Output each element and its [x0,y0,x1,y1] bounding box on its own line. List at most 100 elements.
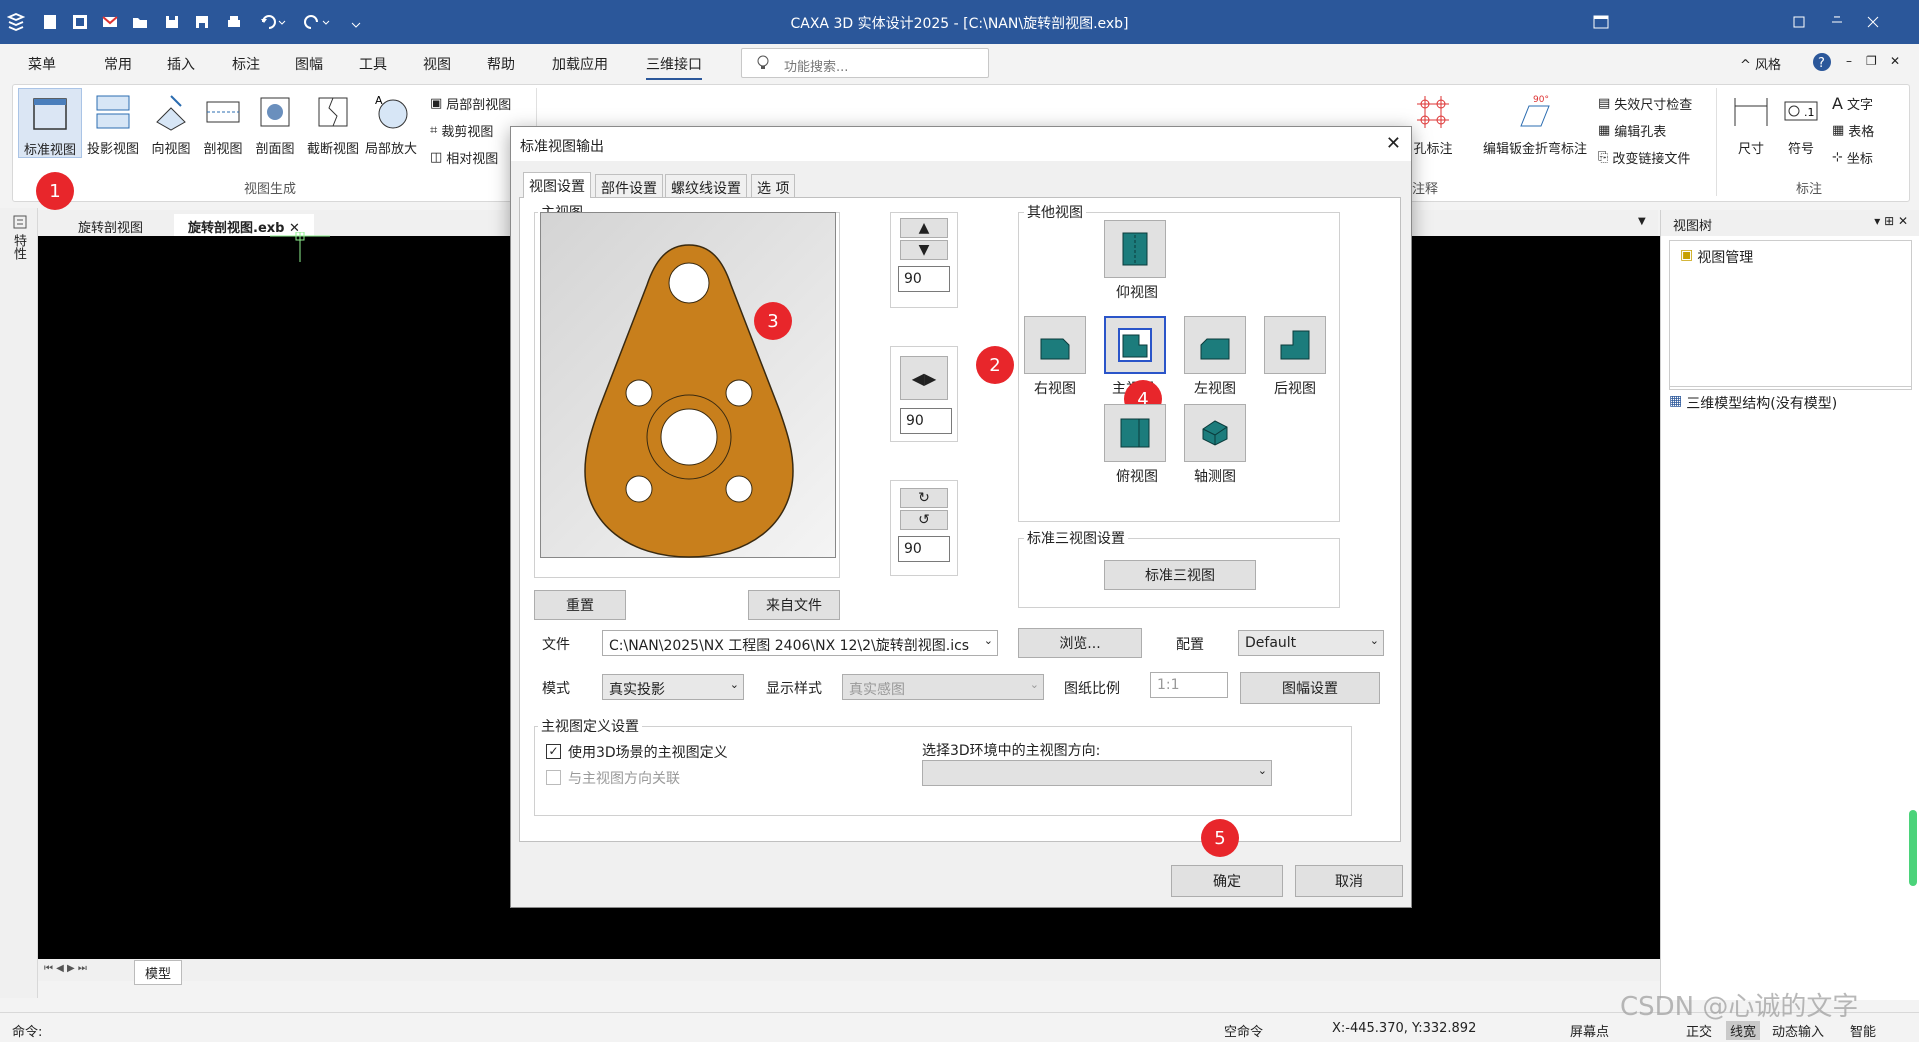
browse-button[interactable]: 浏览... [1018,628,1142,658]
doc-restore-icon[interactable]: ❐ [1866,54,1877,68]
mark-group-label: 标注 [1796,182,1823,197]
sheet-settings-button[interactable]: 图幅设置 [1240,672,1380,704]
scale-input[interactable]: 1:1 [1150,672,1228,698]
tab-dropdown-icon[interactable]: ▼ [1638,216,1646,227]
cross-section-button[interactable]: 剖面图 [246,88,304,158]
symbol-icon: .1 [1781,92,1821,132]
projection-view-button[interactable]: 投影视图 [84,88,142,158]
status-coordinates: X:-445.370, Y:332.892 [1332,1021,1477,1036]
back-view-label: 后视图 [1274,381,1316,397]
link-direction-checkbox[interactable] [546,770,561,785]
partial-section-button[interactable]: ▣ 局部剖视图 [430,94,511,113]
text-button[interactable]: A 文字 [1832,94,1873,113]
style-menu[interactable]: ^ 风格 [1740,54,1781,73]
top-view-button[interactable] [1104,404,1166,462]
display-style-select[interactable]: 真实感图 ⌄ [842,674,1044,700]
standard-view-button[interactable]: 标准视图 [18,88,82,158]
maximize-button[interactable] [1784,10,1814,34]
menu-item-tools[interactable]: 工具 [359,54,387,74]
status-linewidth[interactable]: 线宽 [1726,1021,1761,1040]
from-file-button[interactable]: 来自文件 [748,590,840,620]
tree-item-view-manager[interactable]: ▣ 视图管理 [1680,247,1753,267]
menu-item-addons[interactable]: 加载应用 [552,54,608,74]
model-icon: ▦ [1669,393,1683,409]
view-settings-panel: 主视图 3 重置 来自文件 ▲ ▼ 90 ◀▶ 90 2 ↻ ↺ [519,197,1401,842]
file-label: 文件 [542,637,570,653]
section-view-icon [203,92,243,132]
bottom-view-button[interactable] [1104,220,1166,278]
rotate-angle-input[interactable]: 90 [898,536,950,562]
detail-view-button[interactable]: A 局部放大 [362,88,420,158]
menu-item-annotate[interactable]: 标注 [232,54,260,74]
panel-controls-icon[interactable]: ▾ ⊞ ✕ [1874,214,1908,228]
reset-button[interactable]: 重置 [534,590,626,620]
command-prompt: 命令: [12,1025,43,1040]
file-path-combo[interactable]: C:\NAN\2025\NX 工程图 2406\NX 12\2\旋转剖视图.ic… [602,630,998,656]
close-window-button[interactable] [1858,10,1888,34]
up-down-angle-input[interactable]: 90 [898,266,950,292]
menu-item-3d-interface[interactable]: 三维接口 [646,54,702,80]
properties-icon[interactable] [12,214,28,230]
status-smart[interactable]: 智能 [1850,1021,1876,1040]
cancel-button[interactable]: 取消 [1295,865,1403,897]
symbol-button[interactable]: .1 符号 [1772,88,1830,158]
iso-view-label: 轴测图 [1194,469,1236,485]
sheet-bend-annotation-button[interactable]: 90° 编辑钣金折弯标注 [1480,88,1590,158]
menu-item-view[interactable]: 视图 [423,54,451,74]
direction-select[interactable]: ⌄ [922,760,1272,786]
status-ortho[interactable]: 正交 [1686,1021,1712,1040]
back-view-button[interactable] [1264,316,1326,374]
menu-item-common[interactable]: 常用 [104,54,132,74]
menu-item-menu[interactable]: 菜单 [28,54,56,74]
right-view-button[interactable] [1024,316,1086,374]
use-3d-checkbox[interactable]: ✓ [546,744,561,759]
coordinate-button[interactable]: ⊹ 坐标 [1832,148,1873,167]
status-screen-point[interactable]: 屏幕点 [1570,1021,1609,1040]
feature-search-input[interactable]: 功能搜索... [741,48,989,78]
tab-options[interactable]: 选 项 [751,174,796,198]
rotate-down-button[interactable]: ▼ [900,240,948,260]
rotate-ccw-button[interactable]: ↺ [900,510,948,530]
properties-tab[interactable]: 特性 [11,234,28,260]
table-button[interactable]: ▦ 表格 [1832,121,1874,140]
tree-item-3d-model[interactable]: ▦ 三维模型结构(没有模型) [1669,393,1837,413]
doc-tab-section[interactable]: 旋转剖视图 [64,214,157,236]
doc-minimize-icon[interactable]: – [1846,54,1852,68]
dialog-close-button[interactable]: ✕ [1386,133,1401,154]
scroll-indicator[interactable] [1909,810,1917,886]
doc-close-icon[interactable]: ✕ [1890,54,1900,68]
rotate-cw-button[interactable]: ↻ [900,488,948,508]
left-right-angle-input[interactable]: 90 [900,408,952,434]
coordinate-icon: ⊹ [1832,150,1843,165]
change-link-file-button[interactable]: ⎘ 改变链接文件 [1598,148,1690,167]
left-view-button[interactable] [1184,316,1246,374]
std-three-view-button[interactable]: 标准三视图 [1104,560,1256,590]
rotate-left-right-button[interactable]: ◀▶ [900,356,948,400]
front-view-button[interactable] [1104,316,1166,374]
iso-view-button[interactable] [1184,404,1246,462]
ribbon-display-icon[interactable] [1586,10,1616,34]
menu-item-help[interactable]: 帮助 [487,54,515,74]
edit-hole-table-button[interactable]: ▦ 编辑孔表 [1598,121,1666,140]
tab-model[interactable]: 模型 [134,960,183,985]
watermark: CSDN @心诚的文字 [1620,992,1859,1022]
help-icon[interactable]: ? [1812,52,1832,72]
tab-view-settings[interactable]: 视图设置 [523,172,591,198]
rotate-up-button[interactable]: ▲ [900,218,948,238]
ok-button[interactable]: 确定 [1171,865,1283,897]
status-dynamic-input[interactable]: 动态输入 [1772,1021,1824,1040]
invalid-dim-check-button[interactable]: ▤ 失效尺寸检查 [1598,94,1692,113]
relative-view-button[interactable]: ◫ 相对视图 [430,148,498,167]
mode-select[interactable]: 真实投影 ⌄ [602,674,744,700]
minimize-button[interactable] [1822,10,1852,34]
menu-item-insert[interactable]: 插入 [167,54,195,74]
main-view-preview[interactable] [540,212,836,558]
tab-thread-settings[interactable]: 螺纹线设置 [665,174,747,198]
config-select[interactable]: Default ⌄ [1238,630,1384,656]
ribbon-separator [1716,88,1717,196]
tab-part-settings[interactable]: 部件设置 [595,174,663,198]
broken-view-button[interactable]: 截断视图 [304,88,362,158]
crop-view-button[interactable]: ⌗ 裁剪视图 [430,121,493,140]
nav-arrows-icon[interactable]: ⏮ ◀ ▶ ⏭ [44,963,87,974]
menu-item-sheet[interactable]: 图幅 [295,54,323,74]
